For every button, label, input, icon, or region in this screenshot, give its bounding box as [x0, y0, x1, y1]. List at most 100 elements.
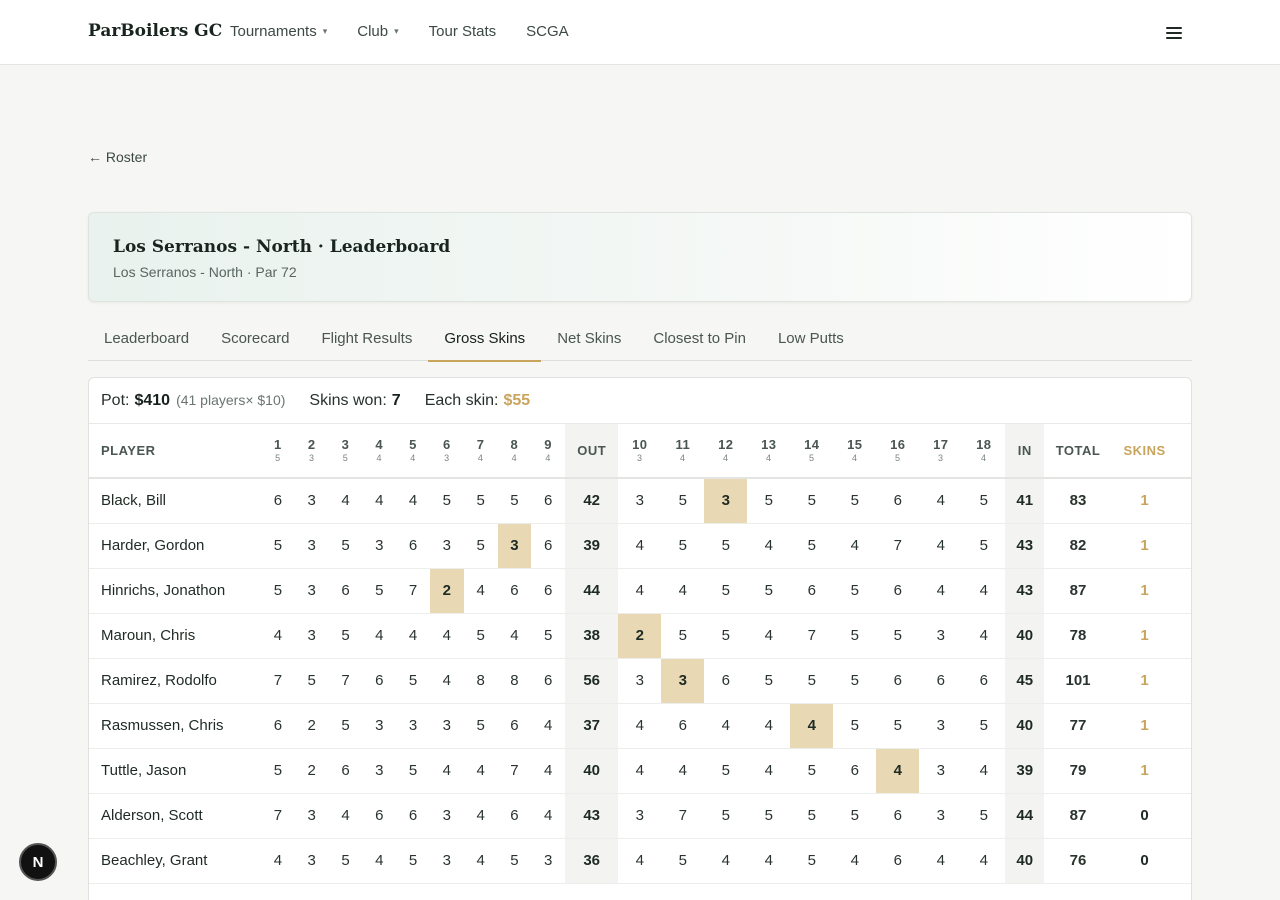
- skins-card: Pot: $410 (41 players× $10) Skins won: 7 Ea…: [88, 377, 1192, 900]
- out-score: 39: [565, 523, 619, 569]
- hole-score: 6: [531, 658, 566, 704]
- points-value: $: [1177, 613, 1191, 659]
- each-skin-summary: Each skin: $55: [424, 391, 531, 409]
- table-row[interactable]: Maroun, Chris4354445453825547553440781$: [89, 613, 1191, 659]
- total-score: 82: [1044, 523, 1112, 569]
- skin-winning-score: 2: [618, 613, 662, 659]
- table-row[interactable]: Rasmussen, Chris 6 2 5 3 3 3 5 6 4 37 4 6 4 4 4 5 5 3 5 40 77…: [89, 703, 1191, 749]
- skins-table: PLAYER 1 5 2 3 3 5 4 4 5 4 6 3 7 4 8 4 9 4 OUT 10 3 11 4 12 4 13 4 1…: [89, 424, 1191, 884]
- hole-score: 3: [294, 478, 329, 524]
- back-to-roster-link[interactable]: ← Roster: [88, 149, 147, 165]
- hole-score: 4: [962, 748, 1006, 794]
- hole-score: 6: [833, 748, 877, 794]
- col-header-hole-8: 84: [497, 424, 532, 479]
- hole-score: 4: [704, 703, 748, 749]
- col-header-hole-1: 15: [261, 424, 295, 479]
- hole-score: 3: [362, 523, 397, 569]
- hole-score: 3: [919, 748, 963, 794]
- hole-score: 4: [919, 478, 963, 524]
- hole-score: 6: [362, 793, 397, 839]
- table-row[interactable]: Alderson, Scott 7 3 4 6 6 3 4 6 4 43 3 7 5 5 5 5 6 3 5 44 87 0: [89, 793, 1191, 839]
- nav-tournaments[interactable]: Tournaments ▾: [230, 23, 327, 40]
- points-value: $: [1177, 748, 1191, 794]
- tab-net-skins[interactable]: Net Skins: [541, 318, 637, 361]
- hole-number: 7: [476, 436, 485, 452]
- nav-tour-stats[interactable]: Tour Stats: [429, 23, 497, 40]
- tab-gross-skins[interactable]: Gross Skins: [428, 318, 542, 362]
- player-name: Black, Bill: [89, 478, 262, 524]
- hole-score: 4: [747, 703, 791, 749]
- hole-number: 11: [675, 436, 691, 452]
- table-row[interactable]: Hinrichs, Jonathon 5 3 6 5 7 2 4 6 6 44 4 4 5 5 6 5 6 4 4 43…: [89, 568, 1191, 614]
- out-score: 44: [565, 568, 619, 614]
- hole-score: 3: [294, 838, 329, 884]
- hole-score: 4: [463, 793, 498, 839]
- table-row[interactable]: Beachley, Grant 4 3 5 4 5 3 4 5 3 36 4 5 4 4 5 4 6 4 4 40 76 0: [89, 838, 1191, 884]
- hole-score: 5: [962, 523, 1006, 569]
- tab-leaderboard[interactable]: Leaderboard: [88, 318, 205, 361]
- nav-club[interactable]: Club ▾: [357, 23, 398, 40]
- event-header-card: Los Serranos - North · Leaderboard Los S…: [88, 212, 1192, 302]
- hole-score: 4: [661, 748, 705, 794]
- in-score: 40: [1005, 613, 1045, 659]
- nav-scga[interactable]: SCGA: [526, 23, 569, 40]
- skins-count: 0: [1111, 793, 1178, 839]
- hole-score: 7: [328, 658, 363, 704]
- out-score: 40: [565, 748, 619, 794]
- brand-logo[interactable]: ParBoilers GC: [88, 21, 222, 41]
- hole-par: 3: [637, 452, 643, 463]
- tab-low-putts[interactable]: Low Putts: [762, 318, 860, 361]
- hole-score: 5: [747, 568, 791, 614]
- skin-winning-score: 3: [497, 523, 532, 569]
- tab-scorecard[interactable]: Scorecard: [205, 318, 305, 361]
- hole-number: 16: [890, 436, 906, 452]
- hamburger-menu-icon[interactable]: [1166, 27, 1182, 41]
- hole-par: 5: [809, 452, 815, 463]
- hole-score: 6: [396, 793, 430, 839]
- hole-score: 5: [396, 748, 430, 794]
- hole-score: 4: [618, 748, 662, 794]
- table-row[interactable]: Black, Bill6344455564235355564541831$: [89, 478, 1191, 524]
- hole-score: 6: [876, 568, 920, 614]
- hole-score: 5: [790, 838, 834, 884]
- hole-score: 4: [618, 523, 662, 569]
- skins-count: 1: [1111, 748, 1178, 794]
- hole-score: 3: [294, 793, 329, 839]
- hole-score: 5: [661, 613, 705, 659]
- hole-score: 6: [876, 793, 920, 839]
- hole-score: 5: [790, 658, 834, 704]
- hole-score: 6: [497, 703, 532, 749]
- hole-score: 4: [962, 838, 1006, 884]
- out-score: 37: [565, 703, 619, 749]
- hole-score: 6: [962, 658, 1006, 704]
- hole-number: 2: [307, 436, 316, 452]
- page-subtitle: Los Serranos - North · Par 72: [113, 264, 297, 280]
- out-score: 43: [565, 793, 619, 839]
- tab-closest-to-pin[interactable]: Closest to Pin: [637, 318, 762, 361]
- hole-par: 4: [410, 452, 416, 463]
- hole-score: 4: [396, 613, 430, 659]
- hole-score: 5: [328, 523, 363, 569]
- hole-number: 18: [976, 436, 992, 452]
- hole-score: 7: [497, 748, 532, 794]
- chevron-down-icon: ▾: [394, 26, 399, 36]
- hole-score: 4: [463, 568, 498, 614]
- out-score: 56: [565, 658, 619, 704]
- dev-badge[interactable]: N: [19, 843, 57, 881]
- skins-count: 1: [1111, 613, 1178, 659]
- table-row[interactable]: Harder, Gordon5353635363945545474543821$: [89, 523, 1191, 569]
- tab-flight-results[interactable]: Flight Results: [305, 318, 428, 361]
- hole-score: 5: [833, 793, 877, 839]
- hole-score: 7: [261, 793, 295, 839]
- total-score: 87: [1044, 568, 1112, 614]
- points-value: [1177, 838, 1191, 884]
- hole-score: 4: [261, 838, 295, 884]
- hole-score: 5: [661, 838, 705, 884]
- hole-par: 4: [981, 452, 987, 463]
- hole-par: 4: [766, 452, 772, 463]
- table-row[interactable]: Ramirez, Rodolfo 7 5 7 6 5 4 8 8 6 56 3 3 6 5 5 5 6 6 6 45 10…: [89, 658, 1191, 704]
- table-row[interactable]: Tuttle, Jason5263544744044545643439791$: [89, 748, 1191, 794]
- hole-par: 5: [342, 452, 349, 463]
- hole-score: 5: [833, 478, 877, 524]
- col-header-hole-16: 16 5: [876, 424, 920, 479]
